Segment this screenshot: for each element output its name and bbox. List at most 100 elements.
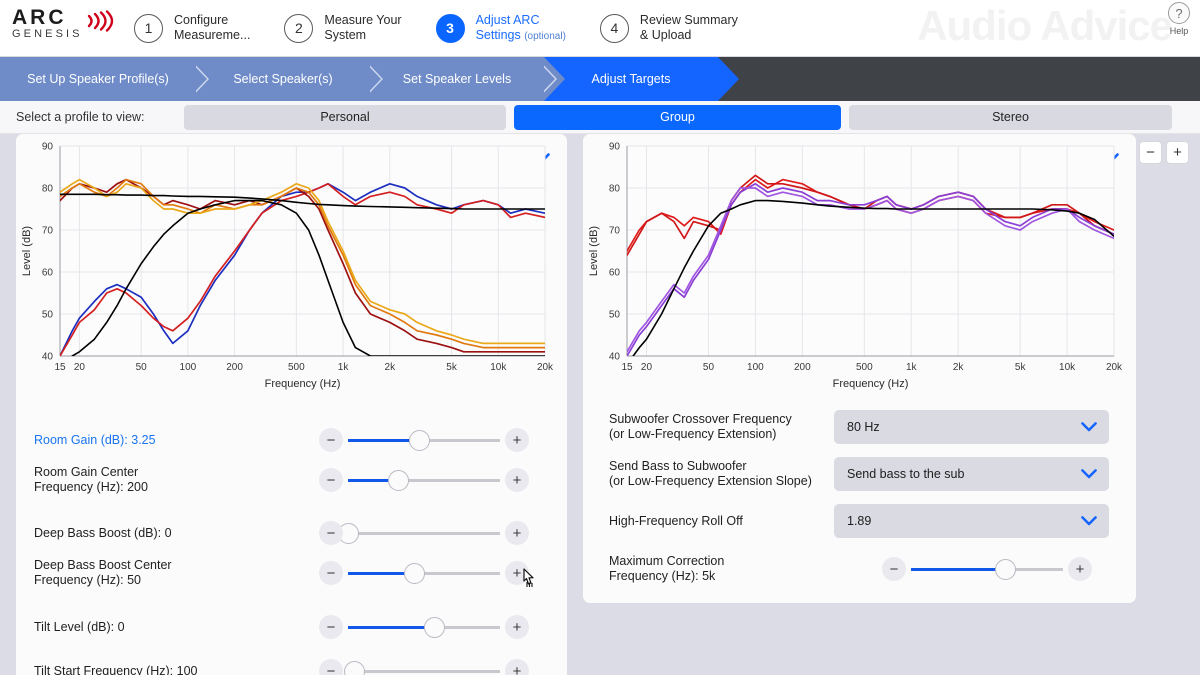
- left-slider-6-minus-button[interactable]: −: [319, 659, 343, 675]
- left-slider-6[interactable]: − +: [319, 658, 529, 675]
- svg-text:70: 70: [42, 226, 54, 237]
- label-line: Room Gain Center: [34, 465, 139, 479]
- profile-selector-label: Select a profile to view:: [16, 110, 145, 124]
- left-slider-4-plus-button[interactable]: +: [505, 561, 529, 585]
- svg-text:Level (dB): Level (dB): [21, 226, 33, 276]
- svg-text:20k: 20k: [537, 362, 554, 373]
- svg-text:15: 15: [54, 362, 66, 373]
- sound-wave-icon: [87, 10, 114, 32]
- label-line: Maximum Correction: [609, 554, 725, 568]
- breadcrumb-item-2[interactable]: Select Speaker(s): [196, 57, 391, 101]
- svg-text:90: 90: [609, 142, 621, 153]
- left-slider-3-plus-button[interactable]: +: [505, 521, 529, 545]
- svg-text:40: 40: [609, 352, 621, 363]
- left-slider-2[interactable]: − +: [319, 467, 529, 493]
- breadcrumb-arrow-1: [196, 57, 217, 101]
- left-slider-5-fill: [348, 625, 435, 629]
- right-dropdown-3[interactable]: 1.89: [834, 504, 1109, 538]
- chevron-down-icon: [1081, 513, 1097, 531]
- help-label: Help: [1169, 26, 1189, 36]
- left-slider-2-plus-button[interactable]: +: [505, 468, 529, 492]
- left-slider-5-track[interactable]: [348, 616, 500, 638]
- left-slider-3[interactable]: − +: [319, 520, 529, 546]
- system-wide-target-panel: System-Wide Target 1520501002005001k2k5k…: [16, 134, 567, 675]
- wizard-step-3[interactable]: 3 Adjust ARC Settings (optional): [435, 13, 566, 44]
- left-slider-6-plus-button[interactable]: +: [505, 659, 529, 675]
- left-slider-1-plus-button[interactable]: +: [505, 428, 529, 452]
- profile-button-stereo[interactable]: Stereo: [849, 104, 1172, 130]
- right-slider-plus-button[interactable]: +: [1068, 557, 1092, 581]
- right-slider-knob[interactable]: [994, 558, 1016, 580]
- left-slider-6-track[interactable]: [343, 660, 500, 675]
- wizard-step-4[interactable]: 4 Review Summary & Upload: [599, 13, 738, 43]
- left-control-label-1: Room Gain (dB): 3.25: [34, 433, 319, 448]
- left-slider-4-track[interactable]: [348, 562, 500, 584]
- label-line: Tilt Level (dB): 0: [34, 619, 125, 634]
- right-slider-track[interactable]: [911, 558, 1063, 580]
- label-line: Tilt Start Frequency (Hz): 100: [34, 663, 198, 675]
- left-slider-5-knob[interactable]: [424, 616, 446, 638]
- left-slider-5-minus-button[interactable]: −: [319, 615, 343, 639]
- svg-text:80: 80: [42, 184, 54, 195]
- left-control-label-6: Tilt Start Frequency (Hz): 100: [34, 664, 319, 675]
- label-line: (or Low-Frequency Extension): [609, 427, 777, 441]
- left-slider-2-track[interactable]: [348, 469, 500, 491]
- right-control-row-2: Send Bass to Subwoofer (or Low-Frequency …: [609, 457, 1114, 491]
- step-number-3: 3: [435, 13, 465, 43]
- left-control-row-2: Room Gain Center Frequency (Hz): 200− +: [34, 457, 549, 503]
- svg-text:5k: 5k: [1015, 362, 1027, 373]
- left-control-row-5: Tilt Level (dB): 0− +: [34, 604, 549, 650]
- profile-button-personal[interactable]: Personal: [184, 104, 506, 130]
- right-slider-minus-button[interactable]: −: [882, 557, 906, 581]
- left-slider-6-knob[interactable]: [343, 660, 365, 675]
- wizard-step-2[interactable]: 2 Measure Your System: [284, 13, 402, 43]
- left-slider-4[interactable]: − +: [319, 560, 529, 586]
- breadcrumb-arrow-3: [544, 57, 565, 101]
- left-slider-5-plus-button[interactable]: +: [505, 615, 529, 639]
- step-label-2: Measure Your System: [324, 13, 401, 43]
- left-slider-3-track[interactable]: [337, 522, 500, 544]
- left-frequency-response-chart: 15 20 50 100 200 500 1k 2k 5k 10k 20k 40 50 60 70 80 90 F…: [21, 142, 554, 391]
- profile-button-group[interactable]: Group: [514, 104, 841, 130]
- arc-genesis-logo: ARC GENESIS: [12, 7, 114, 48]
- step-label-4: Review Summary & Upload: [640, 13, 738, 43]
- wizard-step-1[interactable]: 1 Configure Measureme...: [134, 13, 250, 43]
- left-slider-2-minus-button[interactable]: −: [319, 468, 343, 492]
- breadcrumb-item-1[interactable]: Set Up Speaker Profile(s): [0, 57, 217, 101]
- chevron-down-icon: [1081, 466, 1097, 484]
- left-slider-2-knob[interactable]: [387, 469, 409, 491]
- left-slider-4-minus-button[interactable]: −: [319, 561, 343, 585]
- svg-text:100: 100: [747, 362, 764, 373]
- left-slider-5[interactable]: − +: [319, 614, 529, 640]
- left-slider-3-minus-button[interactable]: −: [319, 521, 343, 545]
- help-button[interactable]: ? Help: [1162, 2, 1196, 36]
- fronts-panel: Fronts 1520501002005001k2k5k10k20k405060…: [583, 134, 1136, 603]
- breadcrumb-item-3[interactable]: Set Speaker Levels: [370, 57, 565, 101]
- svg-text:40: 40: [42, 352, 54, 363]
- step-label-1: Configure Measureme...: [174, 13, 250, 43]
- breadcrumb-label-1: Set Up Speaker Profile(s): [27, 72, 169, 86]
- right-slider-max-correction[interactable]: − +: [882, 556, 1092, 582]
- breadcrumb-arrow-2: [370, 57, 391, 101]
- svg-text:20: 20: [641, 362, 653, 373]
- zoom-in-button[interactable]: +: [1166, 141, 1189, 164]
- svg-text:1k: 1k: [906, 362, 918, 373]
- svg-text:60: 60: [609, 268, 621, 279]
- label-line: Room Gain (dB): 3.25: [34, 432, 156, 447]
- right-control-label-4: Maximum Correction Frequency (Hz): 5k: [609, 554, 834, 584]
- left-slider-1-minus-button[interactable]: −: [319, 428, 343, 452]
- left-slider-4-knob[interactable]: [404, 562, 426, 584]
- left-slider-1-track[interactable]: [348, 429, 500, 451]
- left-slider-1-knob[interactable]: [408, 429, 430, 451]
- svg-text:90: 90: [42, 142, 54, 153]
- right-dropdown-1[interactable]: 80 Hz: [834, 410, 1109, 444]
- label-line: Subwoofer Crossover Frequency: [609, 412, 792, 426]
- breadcrumb-item-4[interactable]: Adjust Targets: [544, 57, 739, 101]
- svg-text:20: 20: [74, 362, 86, 373]
- right-dropdown-2[interactable]: Send bass to the sub: [834, 457, 1109, 491]
- svg-text:50: 50: [609, 310, 621, 321]
- main-content: − + System-Wide Target 1520501002005001k…: [0, 134, 1200, 675]
- zoom-out-button[interactable]: −: [1139, 141, 1162, 164]
- svg-text:60: 60: [42, 268, 54, 279]
- left-slider-1[interactable]: − +: [319, 427, 529, 453]
